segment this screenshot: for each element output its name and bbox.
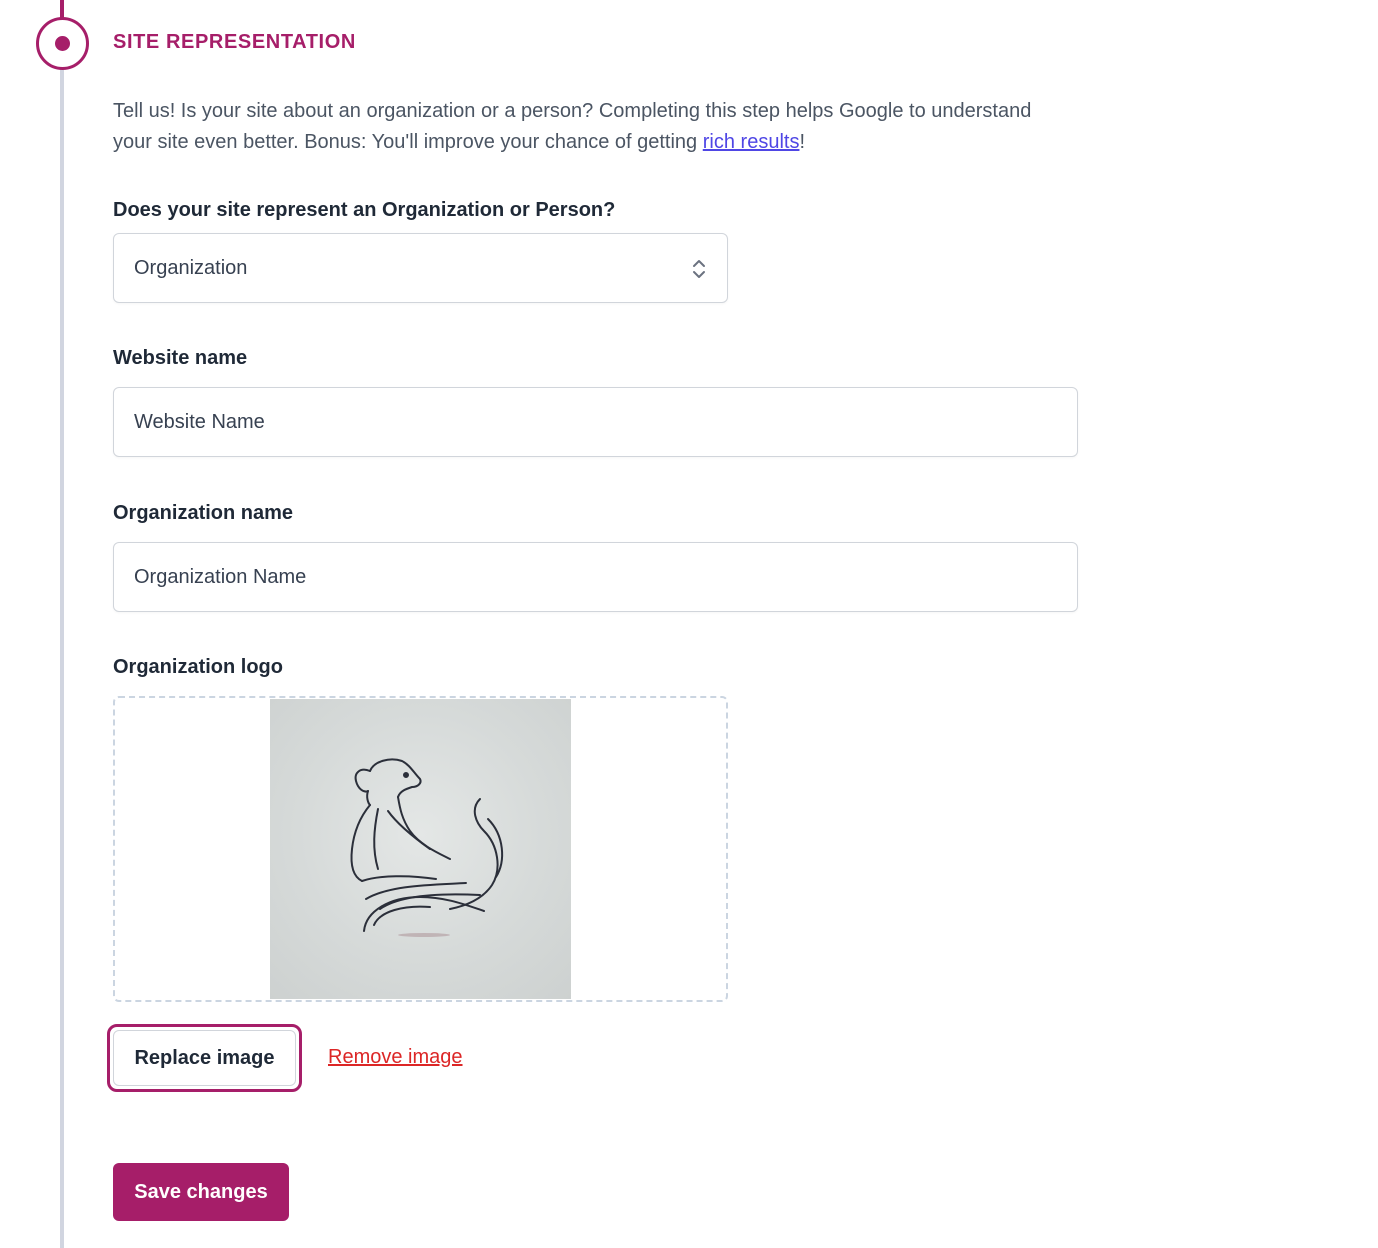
logo-dropzone[interactable] — [113, 696, 728, 1002]
website-name-input[interactable]: Website Name — [113, 387, 1078, 457]
section-intro: Tell us! Is your site about an organizat… — [113, 96, 1073, 158]
step-rail — [60, 0, 64, 1248]
represent-select[interactable]: Organization — [113, 233, 728, 303]
organization-name-value: Organization Name — [134, 565, 307, 588]
site-representation-page: SITE REPRESENTATION Tell us! Is your sit… — [0, 0, 1378, 1248]
dog-logo-icon — [350, 758, 504, 937]
remove-image-link[interactable]: Remove image — [328, 1046, 463, 1069]
intro-text: Tell us! Is your site about an organizat… — [113, 100, 1032, 153]
logo-preview-image — [270, 699, 571, 999]
website-name-label: Website name — [113, 347, 248, 369]
step-indicator-dot — [55, 36, 70, 51]
website-name-value: Website Name — [134, 410, 265, 433]
step-indicator-icon — [36, 17, 89, 70]
represent-label: Does your site represent an Organization… — [113, 199, 616, 221]
intro-suffix: ! — [799, 131, 806, 153]
section-title: SITE REPRESENTATION — [113, 31, 356, 53]
organization-name-label: Organization name — [113, 502, 294, 524]
replace-image-button[interactable]: Replace image — [113, 1030, 296, 1086]
represent-select-value: Organization — [134, 256, 248, 279]
chevron-up-down-icon — [693, 260, 705, 278]
organization-name-input[interactable]: Organization Name — [113, 542, 1078, 612]
rich-results-link[interactable]: rich results — [703, 131, 800, 153]
save-changes-button[interactable]: Save changes — [113, 1163, 289, 1221]
organization-logo-label: Organization logo — [113, 656, 283, 678]
